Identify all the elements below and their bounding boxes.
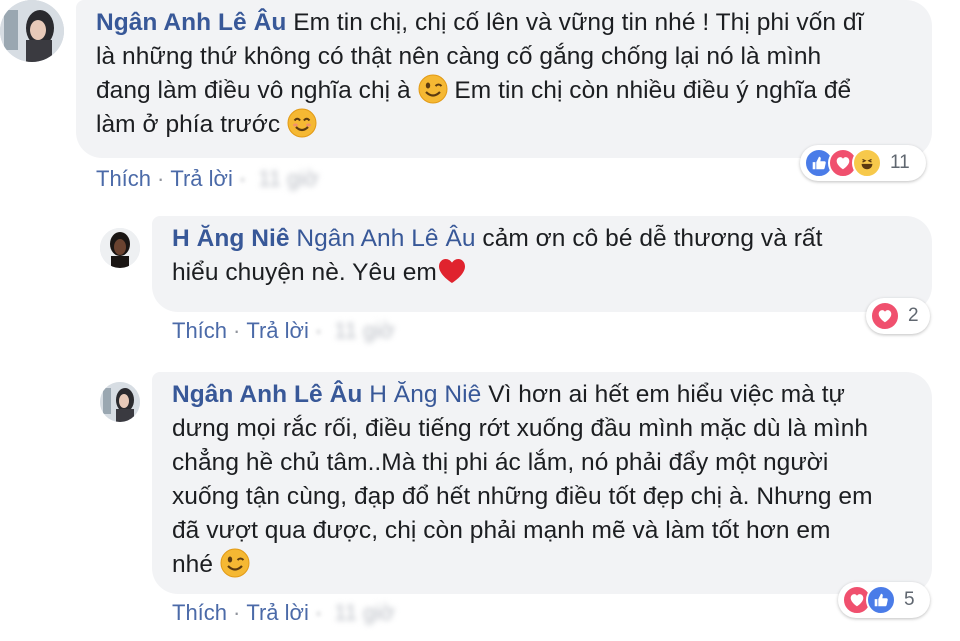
comment-text: dưng mọi rắc rối, điều tiếng rớt xuống đ… <box>172 415 869 442</box>
comment-text: cảm ơn cô bé dễ thương và rất <box>482 225 823 252</box>
reply-link[interactable]: Trả lời <box>246 318 309 344</box>
comment-text: hiểu chuyện nè. Yêu em <box>172 259 437 286</box>
comment-actions: Thích · Trả lời · 11 giờ <box>172 600 395 626</box>
haha-reaction-icon <box>852 148 882 178</box>
comment-text: Em tin chị còn nhiều điều ý nghĩa để <box>454 77 852 104</box>
timestamp[interactable]: 11 giờ <box>334 600 395 626</box>
separator: · <box>233 600 241 625</box>
comment-text: chẳng hề chủ tâm..Mà thị phi ác lắm, nó … <box>172 449 829 476</box>
reply-link[interactable]: Trả lời <box>170 166 233 192</box>
reply-link[interactable]: Trả lời <box>246 600 309 626</box>
avatar[interactable] <box>0 0 64 62</box>
comment-text: làm ở phía trước <box>96 111 281 138</box>
reaction-count: 5 <box>904 589 915 610</box>
mention-link[interactable]: H Ăng Niê <box>369 381 481 408</box>
reaction-summary[interactable]: 11 <box>800 145 926 181</box>
comment-text: nhé <box>172 551 214 578</box>
timestamp[interactable]: 11 giờ <box>258 166 319 192</box>
comment-text: đang làm điều vô nghĩa chị à <box>96 77 411 104</box>
avatar[interactable] <box>100 228 140 268</box>
comment-author[interactable]: Ngân Anh Lê Âu <box>172 381 362 408</box>
comment-text: xuống tận cùng, đạp đổ hết những điều tố… <box>172 483 873 510</box>
reaction-count: 11 <box>890 152 910 173</box>
comment-author[interactable]: H Ăng Niê <box>172 225 290 252</box>
separator: · <box>233 318 241 343</box>
timestamp[interactable]: 11 giờ <box>334 318 395 344</box>
reaction-count: 2 <box>908 305 919 326</box>
like-link[interactable]: Thích <box>172 600 227 626</box>
smile-emoji-icon <box>287 108 317 138</box>
comment-text: là những thứ không có thật nên càng cố g… <box>96 43 822 70</box>
comment-bubble: Ngân Anh Lê Âu H Ăng Niê Vì hơn ai hết e… <box>152 372 932 594</box>
like-reaction-icon <box>866 585 896 615</box>
comment-actions: Thích · Trả lời · 11 giờ <box>96 166 319 192</box>
separator: · <box>157 166 165 191</box>
comment-actions: Thích · Trả lời · 11 giờ <box>172 318 395 344</box>
comment-author[interactable]: Ngân Anh Lê Âu <box>96 9 286 36</box>
separator: · <box>314 318 323 343</box>
comment-text: Vì hơn ai hết em hiểu việc mà tự <box>488 381 846 408</box>
like-link[interactable]: Thích <box>172 318 227 344</box>
mention-link[interactable]: Ngân Anh Lê Âu <box>296 225 475 252</box>
separator: · <box>314 600 323 625</box>
comment-bubble: Ngân Anh Lê Âu Em tin chị, chị cố lên và… <box>76 0 932 158</box>
comment-text: Em tin chị, chị cố lên và vững tin nhé !… <box>293 9 864 36</box>
love-reaction-icon <box>870 301 900 331</box>
separator: · <box>238 166 247 191</box>
reaction-summary[interactable]: 5 <box>838 582 930 618</box>
red-heart-emoji-icon <box>437 256 467 286</box>
like-link[interactable]: Thích <box>96 166 151 192</box>
comment-bubble: H Ăng Niê Ngân Anh Lê Âu cảm ơn cô bé dễ… <box>152 216 932 312</box>
wink-emoji-icon <box>220 548 250 578</box>
avatar[interactable] <box>100 382 140 422</box>
comment-text: đã vượt qua được, chị còn phải mạnh mẽ v… <box>172 517 831 544</box>
reaction-summary[interactable]: 2 <box>866 298 930 334</box>
wink-emoji-icon <box>418 74 448 104</box>
